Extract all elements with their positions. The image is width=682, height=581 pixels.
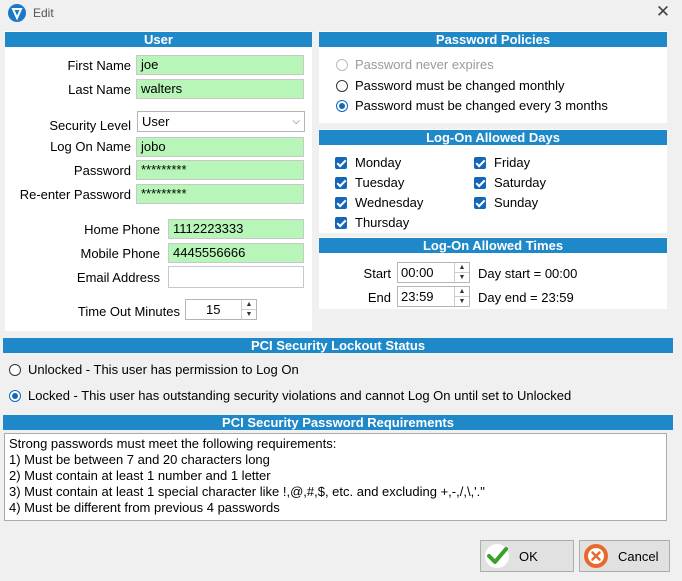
mobile-phone-field[interactable]: 4445556666	[168, 243, 304, 263]
window-title: Edit	[33, 6, 54, 20]
policy-monthly-option[interactable]: Password must be changed monthly	[336, 78, 565, 93]
checkbox-checked-icon[interactable]	[335, 156, 347, 169]
timeout-value: 15	[206, 302, 221, 317]
checkbox-checked-icon[interactable]	[474, 196, 486, 209]
checkbox-checked-icon[interactable]	[335, 196, 347, 209]
allowed-days-header: Log-On Allowed Days	[319, 130, 667, 145]
user-header: User	[5, 32, 312, 47]
checkbox-checked-icon[interactable]	[474, 156, 486, 169]
app-logo-icon	[8, 4, 26, 22]
mobile-phone-label: Mobile Phone	[80, 246, 161, 261]
last-name-field[interactable]: walters	[136, 79, 304, 99]
stepper-up-icon[interactable]: ▲	[455, 287, 469, 297]
day-monday-checkbox[interactable]: Monday	[335, 155, 401, 170]
last-name-label: Last Name	[68, 82, 131, 97]
password-policies-header: Password Policies	[319, 32, 667, 47]
day-friday-checkbox[interactable]: Friday	[474, 155, 530, 170]
stepper-up-icon[interactable]: ▲	[455, 263, 469, 273]
title-bar	[0, 0, 682, 26]
checkmark-icon	[485, 544, 509, 568]
chevron-down-icon: ⌵	[292, 116, 300, 127]
password-requirements-text[interactable]: Strong passwords must meet the following…	[4, 433, 667, 521]
day-wednesday-checkbox[interactable]: Wednesday	[335, 195, 423, 210]
password-requirements-header: PCI Security Password Requirements	[3, 415, 673, 430]
start-time-value: 00:00	[401, 265, 434, 280]
timeout-label: Time Out Minutes	[77, 304, 180, 319]
radio-icon[interactable]	[336, 79, 348, 92]
security-level-value: User	[142, 114, 170, 129]
security-level-label: Security Level	[49, 118, 131, 133]
cancel-x-icon	[584, 544, 608, 568]
end-time-stepper[interactable]: 23:59 ▲ ▼	[397, 286, 470, 307]
log-on-name-label: Log On Name	[50, 139, 131, 154]
policy-3-months-option[interactable]: Password must be changed every 3 months	[336, 98, 608, 113]
home-phone-label: Home Phone	[84, 222, 160, 237]
end-time-value: 23:59	[401, 289, 434, 304]
radio-icon	[336, 58, 348, 71]
start-time-label: Start	[363, 266, 391, 281]
reenter-password-field[interactable]: *********	[136, 184, 304, 204]
ok-button[interactable]: OK	[480, 540, 574, 572]
home-phone-field[interactable]: 1112223333	[168, 219, 304, 239]
stepper-down-icon[interactable]: ▼	[455, 273, 469, 282]
email-field[interactable]	[168, 266, 304, 288]
day-start-note: Day start = 00:00	[478, 266, 578, 281]
password-label: Password	[73, 163, 131, 178]
allowed-times-header: Log-On Allowed Times	[319, 238, 667, 253]
end-time-label: End	[367, 290, 391, 305]
day-tuesday-checkbox[interactable]: Tuesday	[335, 175, 404, 190]
locked-option[interactable]: Locked - This user has outstanding secur…	[9, 388, 571, 403]
password-field[interactable]: *********	[136, 160, 304, 180]
lockout-status-header: PCI Security Lockout Status	[3, 338, 673, 353]
checkbox-checked-icon[interactable]	[335, 216, 347, 229]
cancel-button[interactable]: Cancel	[579, 540, 670, 572]
reenter-password-label: Re-enter Password	[19, 187, 131, 202]
log-on-name-field[interactable]: jobo	[136, 137, 304, 157]
radio-selected-icon[interactable]	[336, 99, 348, 112]
start-time-stepper[interactable]: 00:00 ▲ ▼	[397, 262, 470, 283]
radio-icon[interactable]	[9, 363, 21, 376]
email-label: Email Address	[76, 270, 160, 285]
security-level-select[interactable]: User ⌵	[137, 111, 305, 132]
close-icon[interactable]: ✕	[652, 2, 674, 22]
checkbox-checked-icon[interactable]	[474, 176, 486, 189]
timeout-stepper[interactable]: 15 ▲ ▼	[185, 299, 257, 320]
stepper-down-icon[interactable]: ▼	[455, 297, 469, 306]
first-name-label: First Name	[67, 58, 131, 73]
first-name-field[interactable]: joe	[136, 55, 304, 75]
day-sunday-checkbox[interactable]: Sunday	[474, 195, 538, 210]
radio-selected-icon[interactable]	[9, 389, 21, 402]
stepper-down-icon[interactable]: ▼	[242, 310, 256, 319]
stepper-up-icon[interactable]: ▲	[242, 300, 256, 310]
day-thursday-checkbox[interactable]: Thursday	[335, 215, 409, 230]
checkbox-checked-icon[interactable]	[335, 176, 347, 189]
day-saturday-checkbox[interactable]: Saturday	[474, 175, 546, 190]
policy-never-expires-option: Password never expires	[336, 57, 494, 72]
day-end-note: Day end = 23:59	[478, 290, 574, 305]
unlocked-option[interactable]: Unlocked - This user has permission to L…	[9, 362, 299, 377]
